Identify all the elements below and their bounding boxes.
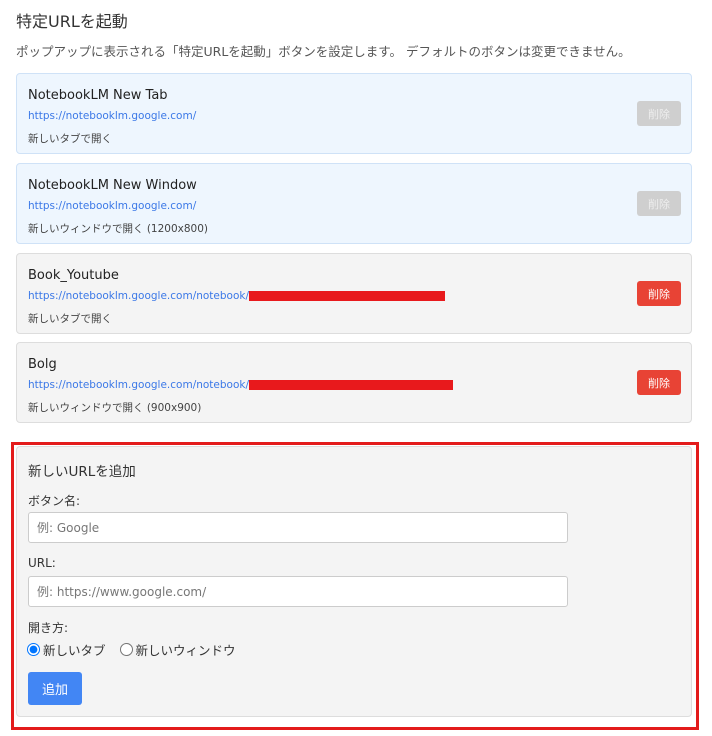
radio-new-window-label: 新しいウィンドウ (135, 643, 236, 658)
radio-new-window-input[interactable] (119, 643, 133, 656)
url-item: Bolg https://notebooklm.google.com/noteb… (16, 342, 692, 423)
item-mode: 新しいタブで開く (28, 133, 112, 145)
add-button[interactable]: 追加 (28, 672, 82, 705)
radio-new-tab-input[interactable] (27, 643, 40, 656)
page-description: ポップアップに表示される「特定URLを起動」ボタンを設定します。 デフォルトのボ… (16, 44, 631, 59)
item-url: https://notebooklm.google.com/ (28, 200, 197, 212)
delete-button: 削除 (637, 191, 681, 216)
item-url: https://notebooklm.google.com/notebook/ (28, 379, 454, 391)
radio-new-tab[interactable]: 新しいタブ (27, 640, 106, 659)
delete-button: 削除 (637, 101, 681, 126)
open-mode-group: 新しいタブ 新しいウィンドウ (27, 640, 246, 659)
button-name-label: ボタン名: (28, 494, 81, 508)
item-url: https://notebooklm.google.com/ (28, 110, 197, 122)
item-name: Bolg (28, 357, 57, 372)
add-url-form: 新しいURLを追加 ボタン名: URL: 開き方: 新しいタブ 新しいウィンドウ… (16, 446, 692, 717)
item-url-text: https://notebooklm.google.com/notebook/ (28, 290, 250, 302)
delete-button[interactable]: 削除 (637, 370, 681, 395)
redaction-bar (249, 380, 454, 390)
item-mode: 新しいタブで開く (28, 313, 112, 325)
url-item: Book_Youtube https://notebooklm.google.c… (16, 253, 692, 334)
radio-new-window[interactable]: 新しいウィンドウ (119, 640, 236, 659)
url-input[interactable] (28, 576, 568, 607)
item-url: https://notebooklm.google.com/notebook/ (28, 290, 446, 302)
form-title: 新しいURLを追加 (28, 464, 136, 480)
item-name: NotebookLM New Tab (28, 88, 168, 103)
page-title: 特定URLを起動 (16, 12, 128, 31)
item-name: Book_Youtube (28, 268, 119, 283)
url-item: NotebookLM New Window https://notebooklm… (16, 163, 692, 244)
button-name-input[interactable] (28, 512, 568, 543)
radio-new-tab-label: 新しいタブ (43, 643, 106, 658)
item-name: NotebookLM New Window (28, 178, 197, 193)
item-mode: 新しいウィンドウで開く (900x900) (28, 402, 202, 414)
url-label: URL: (28, 556, 56, 570)
item-url-text: https://notebooklm.google.com/notebook/ (28, 379, 250, 391)
url-item: NotebookLM New Tab https://notebooklm.go… (16, 73, 692, 154)
item-mode: 新しいウィンドウで開く (1200x800) (28, 223, 209, 235)
redaction-bar (249, 291, 446, 301)
delete-button[interactable]: 削除 (637, 281, 681, 306)
open-mode-label: 開き方: (28, 621, 69, 635)
